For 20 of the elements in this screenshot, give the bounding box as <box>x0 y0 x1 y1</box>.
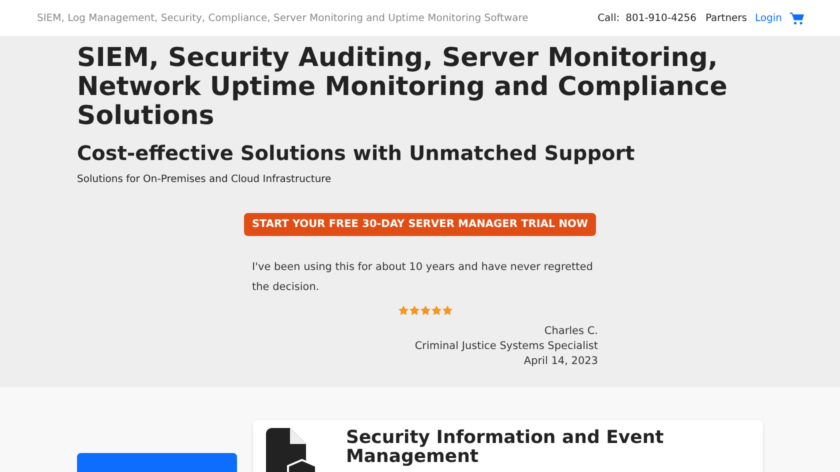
cart-icon[interactable] <box>790 12 804 24</box>
hero-title: SIEM, Security Auditing, Server Monitoring, Network Uptime Monitoring and Compliance Solutions <box>77 44 728 131</box>
testimonial-role: Criminal Justice Systems Specialist <box>414 339 598 354</box>
hero-subtitle: Cost-effective Solutions with Unmatched Support <box>77 140 636 167</box>
hero-description: Solutions for On-Premises and Cloud Infrastructure <box>77 173 332 187</box>
star-icon <box>442 305 452 316</box>
star-icon <box>408 305 420 316</box>
phone-number: 801-910-4256 <box>626 12 696 26</box>
site-tagline: SIEM, Log Management, Security, Compliance, Server Monitoring and Uptime Monitoring Software <box>37 12 528 26</box>
trial-button[interactable]: START YOUR FREE 30-DAY SERVER MANAGER TRIAL NOW <box>244 213 596 236</box>
star-icon <box>420 305 430 316</box>
nav-link[interactable]: Partners <box>705 10 748 26</box>
product-title: Security Information and Event Management <box>346 428 665 469</box>
login-link[interactable]: Login <box>755 10 782 26</box>
testimonial-quote: I've been using this for about 10 years and have never regretted the decision. <box>252 260 594 295</box>
testimonial-date: April 14, 2023 <box>524 354 598 369</box>
testimonial-author: Charles C. <box>544 324 598 339</box>
call-label: Call: <box>598 12 620 26</box>
star-icon <box>430 305 442 316</box>
star-icon <box>398 305 408 316</box>
